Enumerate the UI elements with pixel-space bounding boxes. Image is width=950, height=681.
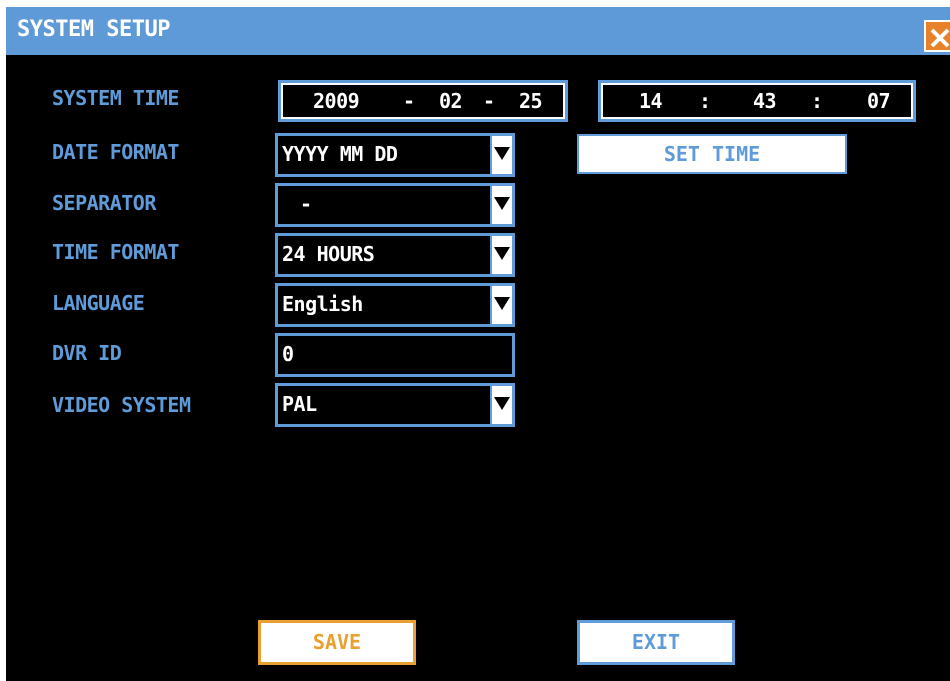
dvr-id-label: DVR ID <box>52 341 122 365</box>
video-system-value: PAL <box>282 392 317 416</box>
date-separator: - <box>403 89 415 113</box>
time-minute[interactable]: 43 <box>753 89 777 113</box>
language-label: LANGUAGE <box>52 291 145 315</box>
set-time-button[interactable]: SET TIME <box>577 134 847 174</box>
separator-dropdown[interactable]: - <box>275 183 515 227</box>
time-separator: : <box>699 89 711 113</box>
time-hour[interactable]: 14 <box>639 89 663 113</box>
time-format-label: TIME FORMAT <box>52 240 179 264</box>
system-date-field[interactable]: 2009 - 02 - 25 <box>278 80 568 122</box>
time-format-dropdown[interactable]: 24 HOURS <box>275 233 515 277</box>
system-time-label: SYSTEM TIME <box>52 86 179 110</box>
separator-value: - <box>300 192 312 216</box>
window-title: SYSTEM SETUP <box>17 17 170 42</box>
language-dropdown[interactable]: English <box>275 283 515 327</box>
title-bar: SYSTEM SETUP <box>6 7 950 55</box>
language-value: English <box>282 292 363 316</box>
dvr-id-value: 0 <box>282 342 294 366</box>
save-button[interactable]: SAVE <box>258 620 416 665</box>
date-format-dropdown[interactable]: YYYY MM DD <box>275 133 515 177</box>
close-button[interactable] <box>924 20 950 52</box>
date-day[interactable]: 25 <box>519 89 543 113</box>
time-second[interactable]: 07 <box>867 89 891 113</box>
triangle-down-icon <box>494 397 510 410</box>
video-system-dropdown[interactable]: PAL <box>275 383 515 427</box>
exit-button[interactable]: EXIT <box>577 620 735 665</box>
dvr-id-input[interactable]: 0 <box>275 333 515 377</box>
date-separator: - <box>483 89 495 113</box>
date-year[interactable]: 2009 <box>313 89 360 113</box>
date-format-label: DATE FORMAT <box>52 140 179 164</box>
time-separator: : <box>811 89 823 113</box>
time-format-value: 24 HOURS <box>282 242 375 266</box>
close-icon <box>930 28 950 48</box>
date-format-value: YYYY MM DD <box>282 142 398 166</box>
triangle-down-icon <box>494 147 510 160</box>
triangle-down-icon <box>494 197 510 210</box>
triangle-down-icon <box>494 297 510 310</box>
separator-label: SEPARATOR <box>52 191 156 215</box>
video-system-label: VIDEO SYSTEM <box>52 393 191 417</box>
system-time-field[interactable]: 14 : 43 : 07 <box>598 80 916 122</box>
date-month[interactable]: 02 <box>439 89 463 113</box>
triangle-down-icon <box>494 247 510 260</box>
